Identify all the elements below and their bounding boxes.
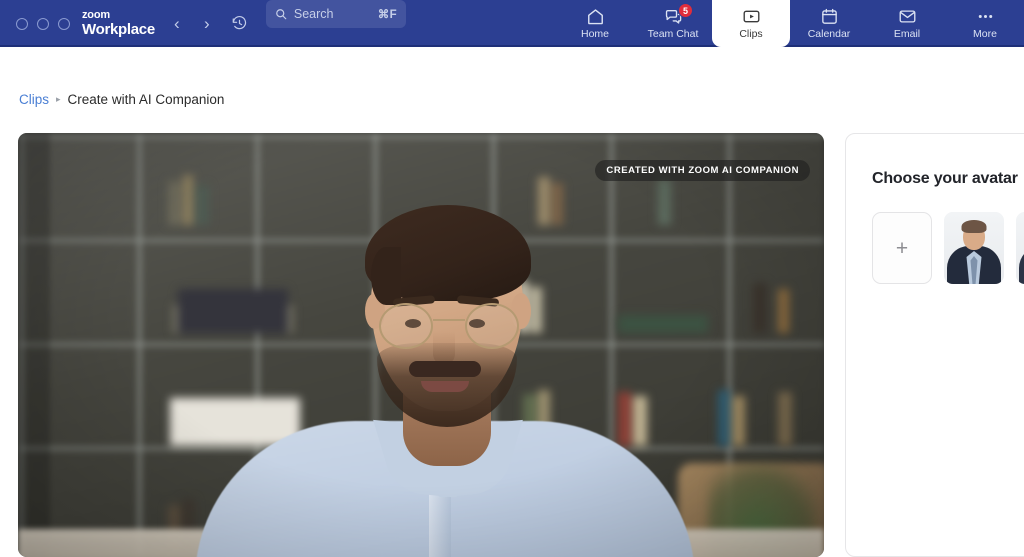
calendar-icon bbox=[820, 8, 839, 26]
search-shortcut-label: ⌘F bbox=[377, 9, 397, 21]
video-preview[interactable]: CREATED WITH ZOOM AI COMPANION bbox=[18, 133, 824, 557]
tab-more-label: More bbox=[973, 27, 997, 40]
window-controls bbox=[0, 0, 82, 47]
nav-arrows: ‹ › bbox=[169, 0, 215, 47]
add-avatar-button[interactable]: + bbox=[872, 212, 932, 284]
team-chat-unread-badge: 5 bbox=[678, 3, 693, 18]
clips-icon bbox=[742, 8, 761, 26]
app-titlebar: zoom Workplace ‹ › Search ⌘F Home 5 Team… bbox=[0, 0, 1024, 47]
back-arrow-icon[interactable]: ‹ bbox=[169, 15, 185, 32]
breadcrumb-separator-icon: ▸ bbox=[56, 94, 61, 104]
plus-icon: + bbox=[895, 236, 909, 260]
search-input[interactable]: Search ⌘F bbox=[265, 0, 406, 28]
minimize-circle-icon[interactable] bbox=[37, 17, 49, 30]
close-circle-icon[interactable] bbox=[16, 17, 28, 30]
video-scene bbox=[18, 133, 824, 557]
envelope-icon bbox=[898, 8, 917, 26]
tab-email-label: Email bbox=[893, 27, 921, 40]
tab-clips[interactable]: Clips bbox=[712, 0, 790, 47]
tab-team-chat[interactable]: 5 Team Chat bbox=[634, 0, 712, 47]
main-nav-tabs: Home 5 Team Chat Clips Calendar Email Mo… bbox=[556, 0, 1024, 47]
tab-more[interactable]: More bbox=[946, 0, 1024, 47]
search-placeholder: Search bbox=[293, 7, 334, 21]
brand-workplace-text: Workplace bbox=[82, 21, 155, 38]
breadcrumb-root-link[interactable]: Clips bbox=[19, 92, 49, 107]
tab-team-chat-label: Team Chat bbox=[647, 27, 699, 40]
home-icon bbox=[586, 8, 605, 26]
tab-home[interactable]: Home bbox=[556, 0, 634, 47]
main-content: CREATED WITH ZOOM AI COMPANION Choose yo… bbox=[0, 125, 1024, 557]
tab-calendar-label: Calendar bbox=[807, 27, 851, 40]
avatar-list: + bbox=[872, 212, 1024, 284]
tab-home-label: Home bbox=[580, 27, 609, 40]
tab-email[interactable]: Email bbox=[868, 0, 946, 47]
ellipsis-icon bbox=[976, 8, 995, 26]
video-vignette bbox=[18, 133, 824, 557]
brand-logo: zoom Workplace bbox=[82, 0, 155, 47]
brand-zoom-text: zoom bbox=[82, 9, 110, 21]
avatar-option-second[interactable] bbox=[1016, 212, 1024, 284]
avatar-panel: Choose your avatar + bbox=[845, 133, 1024, 557]
breadcrumb: Clips ▸ Create with AI Companion bbox=[19, 92, 224, 107]
clock-history-icon[interactable] bbox=[223, 0, 257, 47]
tab-calendar[interactable]: Calendar bbox=[790, 0, 868, 47]
ai-companion-badge: CREATED WITH ZOOM AI COMPANION bbox=[595, 160, 810, 181]
forward-arrow-icon[interactable]: › bbox=[199, 15, 215, 32]
avatar-panel-title: Choose your avatar bbox=[872, 170, 1018, 187]
maximize-circle-icon[interactable] bbox=[58, 17, 70, 30]
breadcrumb-current-page: Create with AI Companion bbox=[67, 92, 225, 107]
avatar-option-business-man[interactable] bbox=[944, 212, 1004, 284]
tab-clips-label: Clips bbox=[739, 27, 763, 40]
search-icon bbox=[276, 9, 287, 20]
